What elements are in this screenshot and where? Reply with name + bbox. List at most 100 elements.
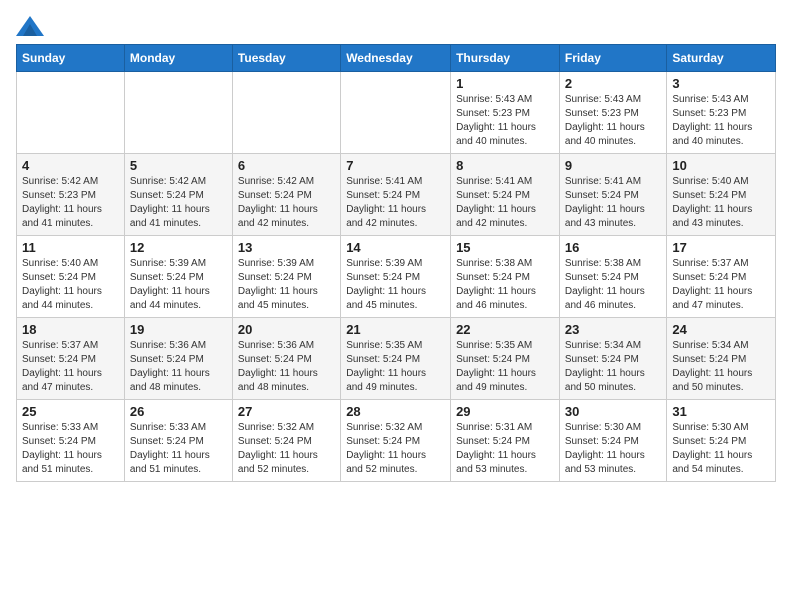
calendar-cell: 7 Sunrise: 5:41 AM Sunset: 5:24 PM Daylig… [341, 154, 451, 236]
calendar-cell [17, 72, 125, 154]
day-info: Sunrise: 5:30 AM Sunset: 5:24 PM Dayligh… [672, 421, 770, 477]
day-number: 16 [565, 240, 661, 255]
day-number: 6 [238, 158, 335, 173]
day-info: Sunrise: 5:33 AM Sunset: 5:24 PM Dayligh… [22, 421, 119, 477]
day-info: Sunrise: 5:30 AM Sunset: 5:24 PM Dayligh… [565, 421, 661, 477]
weekday-header-tuesday: Tuesday [232, 45, 340, 72]
weekday-header-friday: Friday [559, 45, 666, 72]
calendar-cell: 15 Sunrise: 5:38 AM Sunset: 5:24 PM Dayli… [451, 236, 560, 318]
day-number: 26 [130, 404, 227, 419]
calendar-cell: 1 Sunrise: 5:43 AM Sunset: 5:23 PM Daylig… [451, 72, 560, 154]
calendar-cell: 26 Sunrise: 5:33 AM Sunset: 5:24 PM Dayli… [124, 400, 232, 482]
day-info: Sunrise: 5:37 AM Sunset: 5:24 PM Dayligh… [22, 339, 119, 395]
day-info: Sunrise: 5:43 AM Sunset: 5:23 PM Dayligh… [672, 93, 770, 149]
calendar-cell: 13Sunrise: 5:39 AM Sunset: 5:24 PM Dayli… [232, 236, 340, 318]
day-number: 5 [130, 158, 227, 173]
day-number: 8 [456, 158, 554, 173]
day-info: Sunrise: 5:38 AM Sunset: 5:24 PM Dayligh… [565, 257, 661, 313]
calendar-cell: 9Sunrise: 5:41 AM Sunset: 5:24 PM Daylig… [559, 154, 666, 236]
calendar-cell: 2 Sunrise: 5:43 AM Sunset: 5:23 PM Daylig… [559, 72, 666, 154]
day-number: 2 [565, 76, 661, 91]
day-info: Sunrise: 5:39 AM Sunset: 5:24 PM Dayligh… [346, 257, 445, 313]
day-number: 30 [565, 404, 661, 419]
day-info: Sunrise: 5:35 AM Sunset: 5:24 PM Dayligh… [346, 339, 445, 395]
day-number: 11 [22, 240, 119, 255]
calendar-cell: 18 Sunrise: 5:37 AM Sunset: 5:24 PM Dayli… [17, 318, 125, 400]
calendar-week-3: 11 Sunrise: 5:40 AM Sunset: 5:24 PM Dayli… [17, 236, 776, 318]
day-info: Sunrise: 5:32 AM Sunset: 5:24 PM Dayligh… [346, 421, 445, 477]
calendar-table: SundayMondayTuesdayWednesdayThursdayFrid… [16, 44, 776, 482]
weekday-header-row: SundayMondayTuesdayWednesdayThursdayFrid… [17, 45, 776, 72]
calendar-cell: 28 Sunrise: 5:32 AM Sunset: 5:24 PM Dayli… [341, 400, 451, 482]
day-info: Sunrise: 5:43 AM Sunset: 5:23 PM Dayligh… [456, 93, 554, 149]
day-info: Sunrise: 5:38 AM Sunset: 5:24 PM Dayligh… [456, 257, 554, 313]
calendar-week-4: 18 Sunrise: 5:37 AM Sunset: 5:24 PM Dayli… [17, 318, 776, 400]
day-info: Sunrise: 5:41 AM Sunset: 5:24 PM Dayligh… [456, 175, 554, 231]
calendar-week-2: 4 Sunrise: 5:42 AM Sunset: 5:23 PM Daylig… [17, 154, 776, 236]
day-info: Sunrise: 5:31 AM Sunset: 5:24 PM Dayligh… [456, 421, 554, 477]
calendar-cell: 10 Sunrise: 5:40 AM Sunset: 5:24 PM Dayli… [667, 154, 776, 236]
calendar-cell: 5 Sunrise: 5:42 AM Sunset: 5:24 PM Daylig… [124, 154, 232, 236]
day-info: Sunrise: 5:34 AM Sunset: 5:24 PM Dayligh… [565, 339, 661, 395]
weekday-header-saturday: Saturday [667, 45, 776, 72]
calendar-cell [232, 72, 340, 154]
day-info: Sunrise: 5:40 AM Sunset: 5:24 PM Dayligh… [22, 257, 119, 313]
calendar-cell: 27Sunrise: 5:32 AM Sunset: 5:24 PM Dayli… [232, 400, 340, 482]
calendar-cell: 21 Sunrise: 5:35 AM Sunset: 5:24 PM Dayli… [341, 318, 451, 400]
logo [16, 16, 48, 36]
day-info: Sunrise: 5:42 AM Sunset: 5:24 PM Dayligh… [130, 175, 227, 231]
day-info: Sunrise: 5:40 AM Sunset: 5:24 PM Dayligh… [672, 175, 770, 231]
day-number: 1 [456, 76, 554, 91]
calendar-cell: 8 Sunrise: 5:41 AM Sunset: 5:24 PM Daylig… [451, 154, 560, 236]
day-info: Sunrise: 5:37 AM Sunset: 5:24 PM Dayligh… [672, 257, 770, 313]
day-info: Sunrise: 5:43 AM Sunset: 5:23 PM Dayligh… [565, 93, 661, 149]
calendar-cell: 25 Sunrise: 5:33 AM Sunset: 5:24 PM Dayli… [17, 400, 125, 482]
calendar-cell: 17 Sunrise: 5:37 AM Sunset: 5:24 PM Dayli… [667, 236, 776, 318]
day-number: 27 [238, 404, 335, 419]
calendar-cell: 3 Sunrise: 5:43 AM Sunset: 5:23 PM Daylig… [667, 72, 776, 154]
calendar-cell: 4 Sunrise: 5:42 AM Sunset: 5:23 PM Daylig… [17, 154, 125, 236]
day-number: 17 [672, 240, 770, 255]
day-number: 29 [456, 404, 554, 419]
day-number: 14 [346, 240, 445, 255]
day-info: Sunrise: 5:34 AM Sunset: 5:24 PM Dayligh… [672, 339, 770, 395]
day-number: 18 [22, 322, 119, 337]
calendar-cell: 31 Sunrise: 5:30 AM Sunset: 5:24 PM Dayli… [667, 400, 776, 482]
day-number: 4 [22, 158, 119, 173]
day-number: 13 [238, 240, 335, 255]
day-number: 24 [672, 322, 770, 337]
calendar-week-1: 1 Sunrise: 5:43 AM Sunset: 5:23 PM Daylig… [17, 72, 776, 154]
weekday-header-sunday: Sunday [17, 45, 125, 72]
calendar-header: SundayMondayTuesdayWednesdayThursdayFrid… [17, 45, 776, 72]
day-info: Sunrise: 5:35 AM Sunset: 5:24 PM Dayligh… [456, 339, 554, 395]
day-number: 3 [672, 76, 770, 91]
weekday-header-wednesday: Wednesday [341, 45, 451, 72]
page-header [16, 16, 776, 36]
day-number: 15 [456, 240, 554, 255]
day-number: 21 [346, 322, 445, 337]
day-number: 28 [346, 404, 445, 419]
calendar-cell: 14 Sunrise: 5:39 AM Sunset: 5:24 PM Dayli… [341, 236, 451, 318]
day-number: 7 [346, 158, 445, 173]
calendar-body: 1 Sunrise: 5:43 AM Sunset: 5:23 PM Daylig… [17, 72, 776, 482]
day-number: 20 [238, 322, 335, 337]
weekday-header-thursday: Thursday [451, 45, 560, 72]
day-info: Sunrise: 5:36 AM Sunset: 5:24 PM Dayligh… [238, 339, 335, 395]
weekday-header-monday: Monday [124, 45, 232, 72]
calendar-cell: 30 Sunrise: 5:30 AM Sunset: 5:24 PM Dayli… [559, 400, 666, 482]
calendar-cell: 16 Sunrise: 5:38 AM Sunset: 5:24 PM Dayli… [559, 236, 666, 318]
calendar-cell: 6 Sunrise: 5:42 AM Sunset: 5:24 PM Daylig… [232, 154, 340, 236]
day-info: Sunrise: 5:36 AM Sunset: 5:24 PM Dayligh… [130, 339, 227, 395]
calendar-cell: 24 Sunrise: 5:34 AM Sunset: 5:24 PM Dayli… [667, 318, 776, 400]
day-number: 23 [565, 322, 661, 337]
day-info: Sunrise: 5:33 AM Sunset: 5:24 PM Dayligh… [130, 421, 227, 477]
day-number: 10 [672, 158, 770, 173]
day-info: Sunrise: 5:42 AM Sunset: 5:23 PM Dayligh… [22, 175, 119, 231]
day-info: Sunrise: 5:42 AM Sunset: 5:24 PM Dayligh… [238, 175, 335, 231]
day-number: 25 [22, 404, 119, 419]
day-info: Sunrise: 5:41 AM Sunset: 5:24 PM Dayligh… [346, 175, 445, 231]
calendar-cell [124, 72, 232, 154]
calendar-cell [341, 72, 451, 154]
day-number: 31 [672, 404, 770, 419]
day-number: 19 [130, 322, 227, 337]
